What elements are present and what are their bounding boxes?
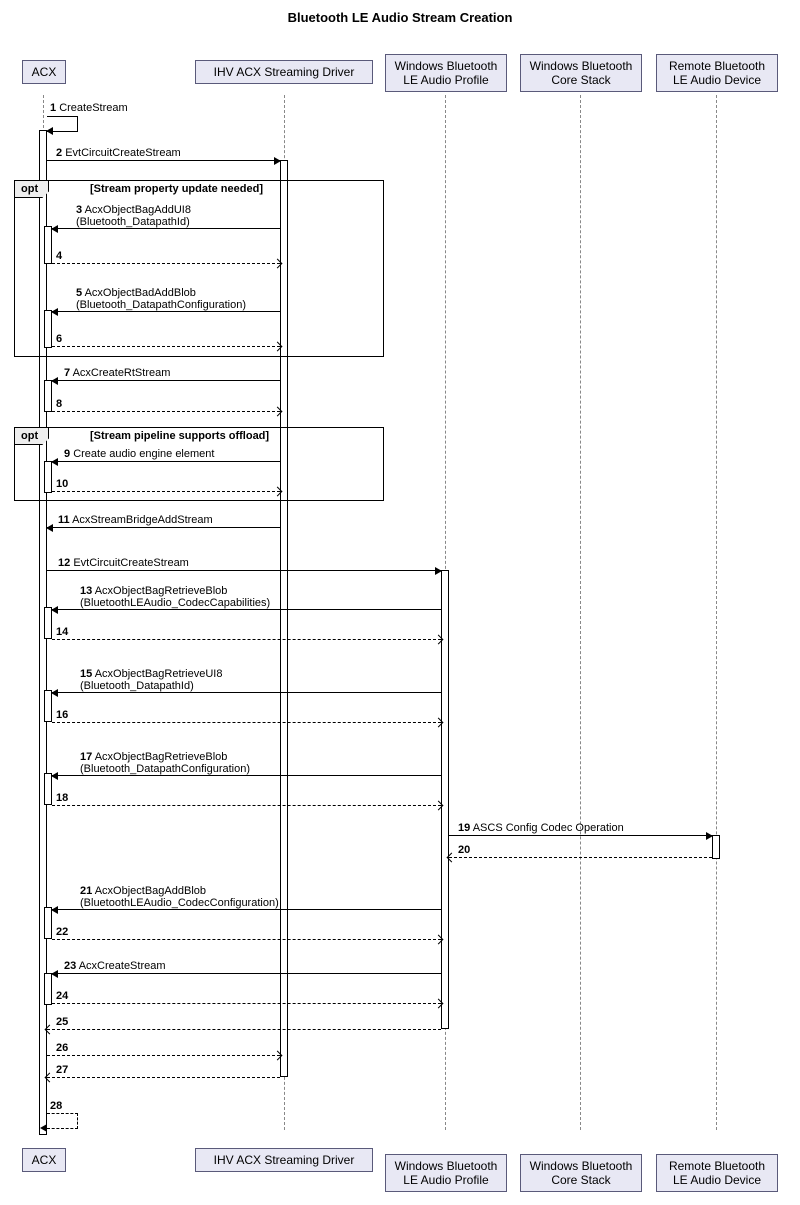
message-21: 21 AcxObjectBagAddBlob (BluetoothLEAudio… xyxy=(80,885,279,909)
arrow-6 xyxy=(52,346,280,347)
arrow-23 xyxy=(52,973,441,974)
opt-label-2: opt xyxy=(15,428,49,445)
arrow-8 xyxy=(52,411,280,412)
opt-box-1: opt [Stream property update needed] xyxy=(14,180,384,357)
arrow-9 xyxy=(52,461,280,462)
sequence-diagram: Bluetooth LE Audio Stream Creation ACX I… xyxy=(0,0,800,1205)
arrow-4 xyxy=(52,263,280,264)
arrow-22 xyxy=(52,939,441,940)
message-10: 10 xyxy=(56,478,68,490)
arrow-1 xyxy=(47,116,78,132)
arrow-28 xyxy=(47,1113,78,1129)
participant-acx-footer: ACX xyxy=(22,1148,66,1172)
arrow-19 xyxy=(449,835,712,836)
arrow-7 xyxy=(52,380,280,381)
opt-guard-2: [Stream pipeline supports offload] xyxy=(90,430,269,442)
message-5: 5 AcxObjectBadAddBlob (Bluetooth_Datapat… xyxy=(76,287,246,311)
message-27: 27 xyxy=(56,1064,68,1076)
message-2: 2 EvtCircuitCreateStream xyxy=(56,147,181,159)
arrow-17 xyxy=(52,775,441,776)
activation-remote xyxy=(712,835,720,859)
participant-profile: Windows Bluetooth LE Audio Profile xyxy=(385,54,507,92)
message-13: 13 AcxObjectBagRetrieveBlob (BluetoothLE… xyxy=(80,585,270,609)
message-19: 19 ASCS Config Codec Operation xyxy=(458,822,624,834)
opt-guard-1: [Stream property update needed] xyxy=(90,183,263,195)
arrow-16 xyxy=(52,722,441,723)
message-15: 15 AcxObjectBagRetrieveUI8 (Bluetooth_Da… xyxy=(80,668,222,692)
participant-ihv: IHV ACX Streaming Driver xyxy=(195,60,373,84)
participant-acx: ACX xyxy=(22,60,66,84)
message-18: 18 xyxy=(56,792,68,804)
opt-box-2: opt [Stream pipeline supports offload] xyxy=(14,427,384,501)
arrow-5 xyxy=(52,311,280,312)
message-4: 4 xyxy=(56,250,62,262)
message-26: 26 xyxy=(56,1042,68,1054)
arrow-10 xyxy=(52,491,280,492)
arrow-13 xyxy=(52,609,441,610)
message-6: 6 xyxy=(56,333,62,345)
arrow-21 xyxy=(52,909,441,910)
message-11: 11 AcxStreamBridgeAddStream xyxy=(58,514,213,526)
message-17: 17 AcxObjectBagRetrieveBlob (Bluetooth_D… xyxy=(80,751,250,775)
participant-ihv-footer: IHV ACX Streaming Driver xyxy=(195,1148,373,1172)
message-20: 20 xyxy=(458,844,470,856)
participant-remote: Remote Bluetooth LE Audio Device xyxy=(656,54,778,92)
arrow-3 xyxy=(52,228,280,229)
message-23: 23 AcxCreateStream xyxy=(64,960,166,972)
message-24: 24 xyxy=(56,990,68,1002)
opt-label-1: opt xyxy=(15,181,49,198)
arrow-25 xyxy=(47,1029,441,1030)
lifeline-core xyxy=(580,95,581,1130)
lifeline-remote xyxy=(716,95,717,1130)
arrow-11 xyxy=(47,527,280,528)
arrow-27 xyxy=(47,1077,280,1078)
message-14: 14 xyxy=(56,626,68,638)
diagram-title: Bluetooth LE Audio Stream Creation xyxy=(0,10,800,25)
participant-core: Windows Bluetooth Core Stack xyxy=(520,54,642,92)
arrow-15 xyxy=(52,692,441,693)
arrow-12 xyxy=(47,570,441,571)
message-7: 7 AcxCreateRtStream xyxy=(64,367,170,379)
message-1: 1 CreateStream xyxy=(50,102,128,114)
message-28: 28 xyxy=(50,1100,62,1112)
arrow-26 xyxy=(47,1055,280,1056)
arrow-24 xyxy=(52,1003,441,1004)
message-8: 8 xyxy=(56,398,62,410)
message-25: 25 xyxy=(56,1016,68,1028)
message-3: 3 AcxObjectBagAddUI8 (Bluetooth_Datapath… xyxy=(76,204,191,228)
arrow-2 xyxy=(47,160,280,161)
message-16: 16 xyxy=(56,709,68,721)
message-22: 22 xyxy=(56,926,68,938)
arrow-20 xyxy=(449,857,712,858)
participant-profile-footer: Windows Bluetooth LE Audio Profile xyxy=(385,1154,507,1192)
participant-core-footer: Windows Bluetooth Core Stack xyxy=(520,1154,642,1192)
arrow-18 xyxy=(52,805,441,806)
arrow-14 xyxy=(52,639,441,640)
message-9: 9 Create audio engine element xyxy=(64,448,214,460)
participant-remote-footer: Remote Bluetooth LE Audio Device xyxy=(656,1154,778,1192)
message-12: 12 EvtCircuitCreateStream xyxy=(58,557,189,569)
